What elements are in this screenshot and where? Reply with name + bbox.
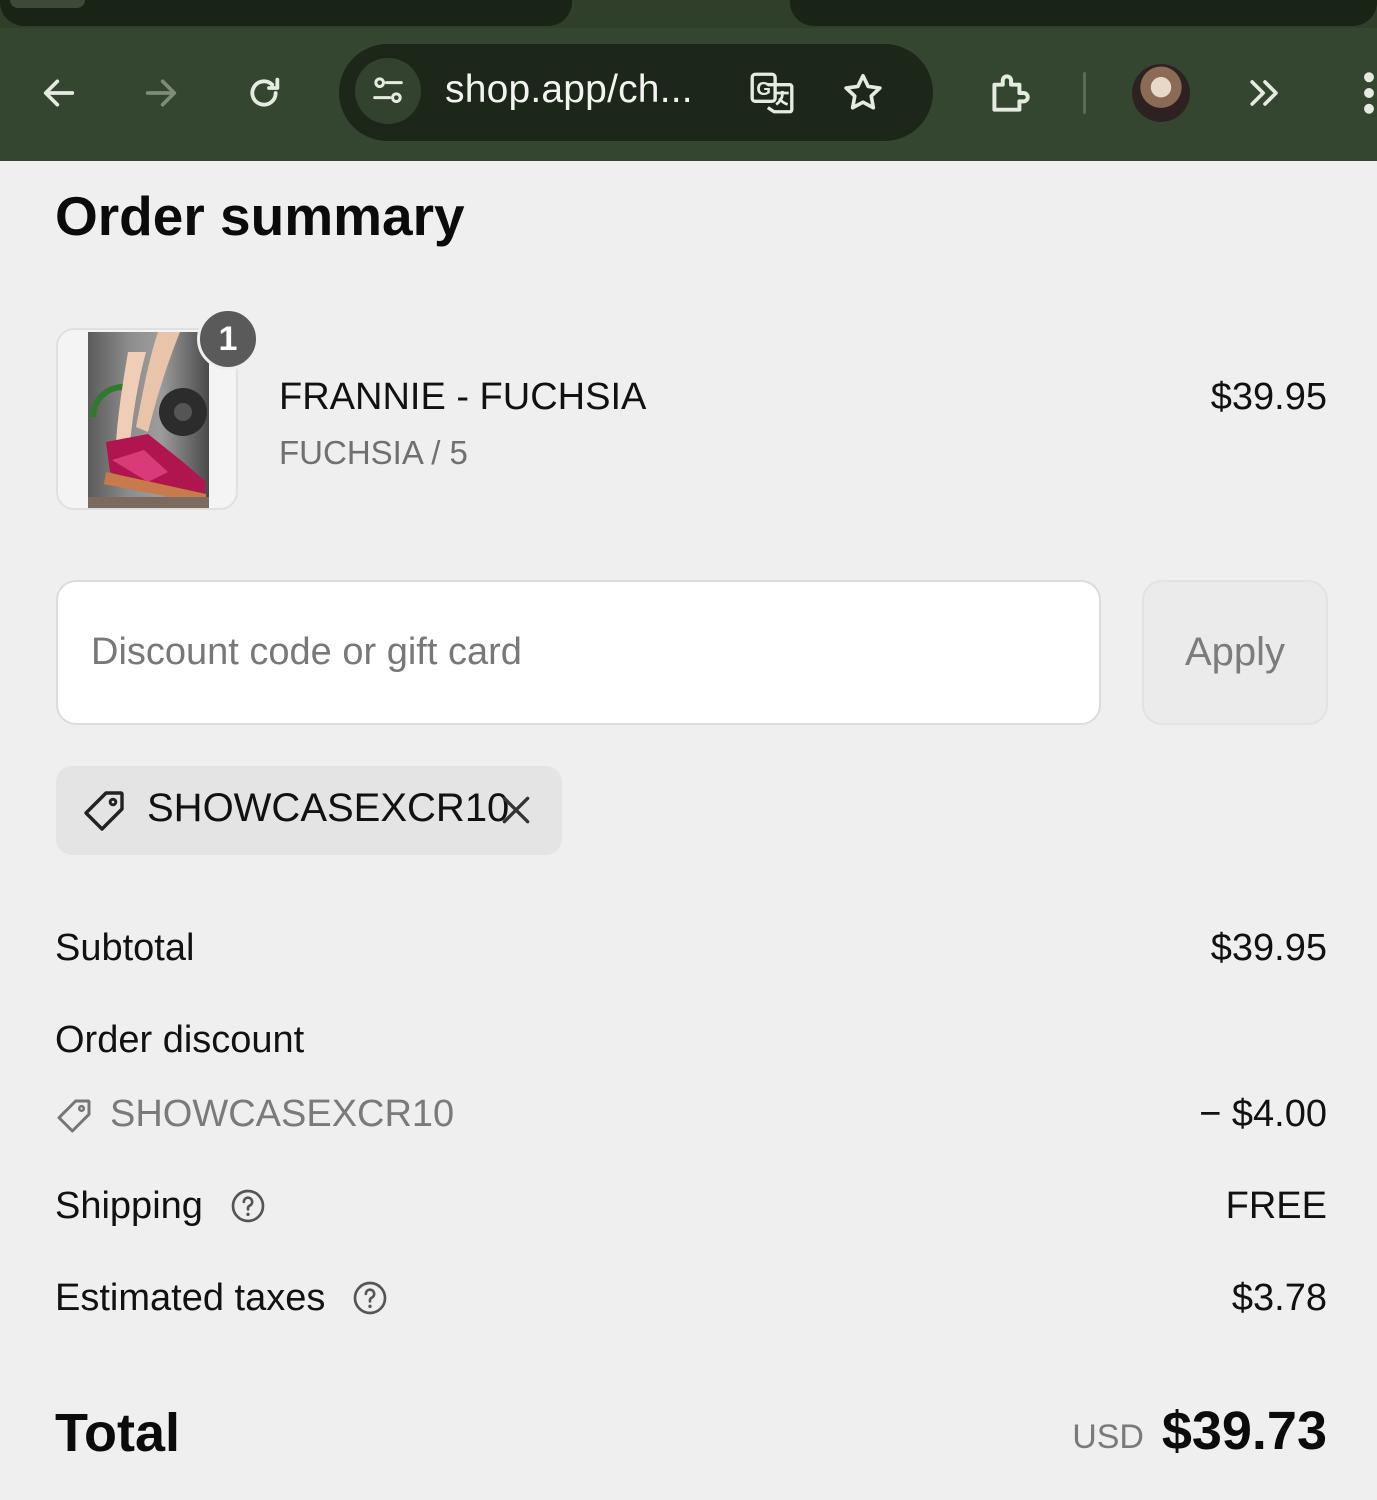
product-variant: FUCHSIA / 5 [279, 434, 468, 471]
shipping-value: FREE [1225, 1185, 1327, 1227]
forward-icon[interactable] [138, 70, 184, 116]
applied-discount-chip: SHOWCASEXCR10 [56, 766, 562, 855]
subtotal-label: Subtotal [55, 927, 195, 969]
applied-discount-code: SHOWCASEXCR10 [147, 786, 510, 830]
browser-tab[interactable] [0, 0, 572, 26]
menu-kebab-icon[interactable] [1352, 66, 1377, 120]
order-discount-code: SHOWCASEXCR10 [110, 1093, 455, 1135]
product-price: $39.95 [1210, 376, 1327, 418]
shipping-label: Shipping [55, 1185, 203, 1227]
reload-icon[interactable] [241, 70, 287, 116]
product-image [88, 332, 209, 508]
total-label: Total [55, 1403, 180, 1463]
quantity-badge: 1 [197, 308, 259, 370]
order-discount-label: Order discount [55, 1019, 305, 1061]
tab-strip [0, 0, 1377, 28]
page-title: Order summary [55, 185, 465, 247]
translate-icon[interactable]: G [745, 66, 799, 120]
total-currency: USD [1072, 1418, 1144, 1456]
svg-text:G: G [756, 78, 771, 99]
discount-code-input[interactable] [56, 580, 1101, 725]
browser-tab[interactable] [790, 0, 1377, 26]
extensions-icon[interactable] [982, 66, 1036, 120]
estimated-taxes-value: $3.78 [1231, 1277, 1327, 1319]
tag-icon [54, 1096, 94, 1141]
bookmark-star-icon[interactable] [838, 68, 888, 118]
taxes-help-icon[interactable] [350, 1278, 390, 1323]
tag-icon [80, 787, 128, 840]
back-icon[interactable] [36, 70, 82, 116]
url-text[interactable]: shop.app/ch... [445, 68, 693, 112]
more-tools-chevron-icon[interactable] [1240, 68, 1290, 118]
estimated-taxes-label: Estimated taxes [55, 1277, 326, 1319]
product-name: FRANNIE - FUCHSIA [279, 376, 647, 418]
total-value: $39.73 [1161, 1401, 1327, 1461]
toolbar-divider [1083, 72, 1086, 114]
remove-discount-close-icon[interactable] [496, 790, 536, 835]
subtotal-value: $39.95 [1210, 927, 1327, 969]
shipping-help-icon[interactable] [228, 1186, 268, 1231]
apply-discount-button[interactable]: Apply [1142, 580, 1328, 725]
order-discount-value: − $4.00 [1199, 1093, 1327, 1135]
site-info-icon[interactable] [355, 58, 421, 124]
tab-indicator [10, 0, 85, 8]
profile-avatar[interactable] [1132, 64, 1190, 122]
